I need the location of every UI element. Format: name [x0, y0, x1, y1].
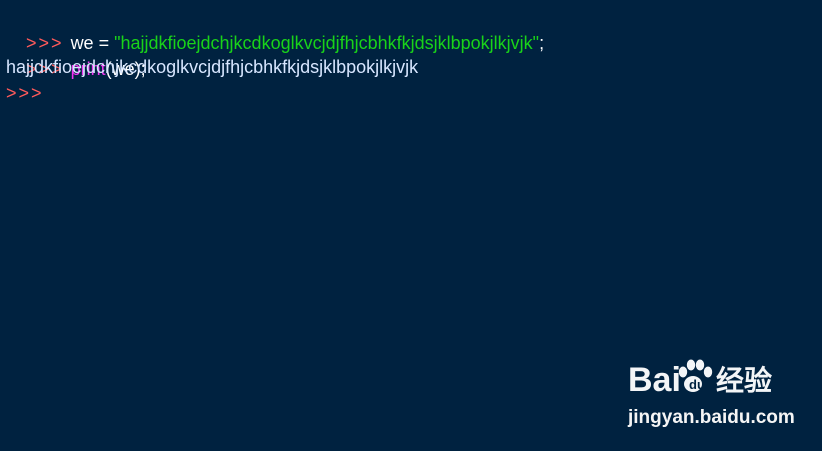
empty-input-prompt[interactable]: >>>	[6, 80, 44, 106]
svg-text:du: du	[689, 377, 705, 392]
string-literal: "hajjdkfioejdchjkcdkoglkvcjdjfhjcbhkfkjd…	[114, 33, 540, 53]
paw-icon: du	[678, 359, 713, 392]
print-output: hajjdkfioejdchjkcdkoglkvcjdjfhjcbhkfkjds…	[6, 57, 419, 77]
svg-text:经验: 经验	[716, 364, 772, 397]
baidu-jingyan-watermark: Bai du 经验 jingyan.baidu.com	[628, 353, 795, 437]
watermark-url: jingyan.baidu.com	[628, 407, 795, 428]
baidu-logo: Bai du 经验	[628, 359, 772, 399]
input-line-assignment[interactable]: >>> we = "hajjdkfioejdchjkcdkoglkvcjdjfhj…	[6, 4, 544, 53]
statement-terminator: ;	[539, 33, 545, 53]
svg-text:Bai: Bai	[628, 361, 681, 399]
input-line-print[interactable]: >>> print(we);	[6, 30, 146, 79]
